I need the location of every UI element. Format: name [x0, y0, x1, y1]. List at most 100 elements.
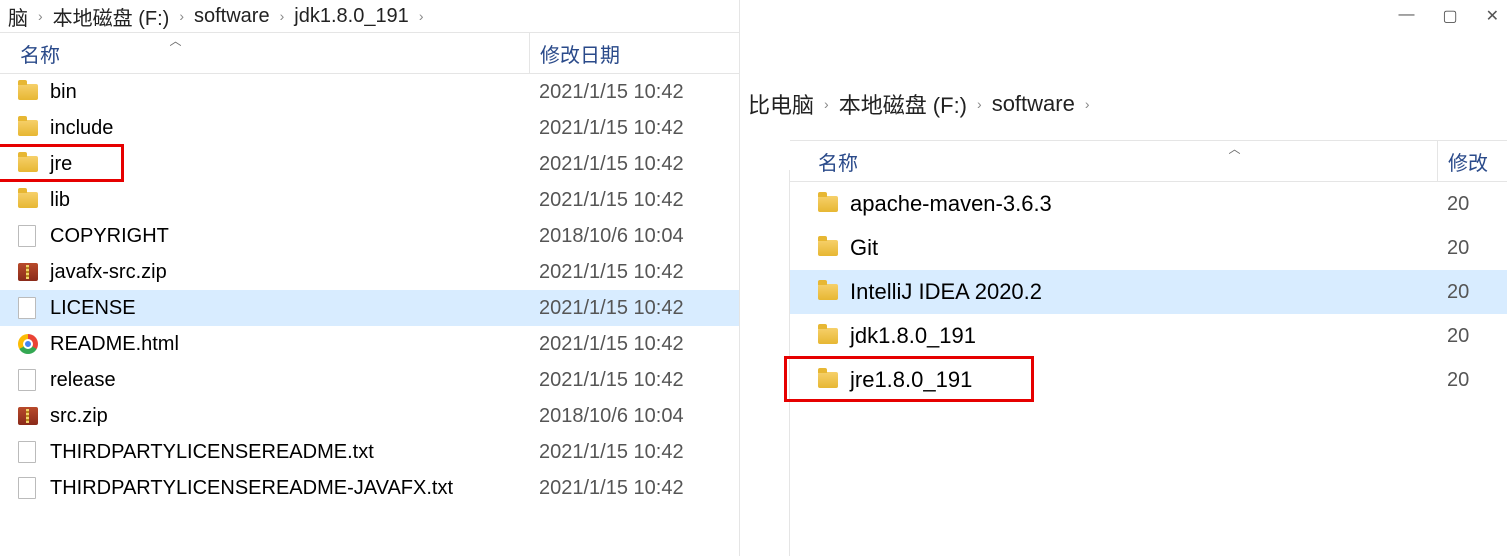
file-icon	[18, 225, 36, 247]
chevron-right-icon: ›	[276, 8, 289, 24]
folder-icon	[818, 372, 838, 388]
item-date: 20	[1437, 369, 1507, 392]
item-date: 2021/1/15 10:42	[529, 441, 739, 464]
list-item[interactable]: jre1.8.0_19120	[790, 358, 1507, 402]
folder-icon	[818, 240, 838, 256]
list-item[interactable]: Git20	[790, 226, 1507, 270]
file-icon	[18, 297, 36, 319]
file-list: bin2021/1/15 10:42include2021/1/15 10:42…	[0, 74, 739, 506]
list-item[interactable]: THIRDPARTYLICENSEREADME.txt2021/1/15 10:…	[0, 434, 739, 470]
folder-icon	[818, 284, 838, 300]
item-icon	[18, 192, 44, 208]
item-date: 20	[1437, 325, 1507, 348]
list-item[interactable]: README.html2021/1/15 10:42	[0, 326, 739, 362]
sort-ascending-icon: ︿	[170, 32, 182, 49]
explorer-window-right: — ▢ ✕ 比电脑 › 本地磁盘 (F:) › software › ︿ 名称 …	[740, 0, 1507, 556]
list-item[interactable]: LICENSE2021/1/15 10:42	[0, 290, 739, 326]
chevron-right-icon: ›	[175, 8, 188, 24]
column-header-name[interactable]: 名称	[790, 147, 1437, 176]
item-icon	[18, 441, 44, 463]
list-item[interactable]: THIRDPARTYLICENSEREADME-JAVAFX.txt2021/1…	[0, 470, 739, 506]
breadcrumb[interactable]: 比电脑 › 本地磁盘 (F:) › software ›	[740, 80, 1507, 128]
item-icon	[18, 369, 44, 391]
list-item[interactable]: IntelliJ IDEA 2020.220	[790, 270, 1507, 314]
item-name: THIRDPARTYLICENSEREADME.txt	[44, 441, 529, 464]
item-date: 20	[1437, 193, 1507, 216]
item-icon	[818, 372, 844, 388]
sort-ascending-icon: ︿	[1229, 140, 1241, 157]
item-date: 20	[1437, 281, 1507, 304]
close-button[interactable]: ✕	[1486, 6, 1499, 26]
crumb[interactable]: 脑	[8, 2, 28, 31]
item-icon	[18, 156, 44, 172]
crumb[interactable]: software	[194, 5, 270, 28]
item-icon	[18, 84, 44, 100]
nav-tree-stub	[740, 170, 790, 556]
list-item[interactable]: bin2021/1/15 10:42	[0, 74, 739, 110]
item-date: 2018/10/6 10:04	[529, 225, 739, 248]
column-header-date[interactable]: 修改日期	[529, 33, 739, 73]
item-name: THIRDPARTYLICENSEREADME-JAVAFX.txt	[44, 477, 529, 500]
minimize-button[interactable]: —	[1398, 6, 1414, 26]
item-date: 2021/1/15 10:42	[529, 81, 739, 104]
list-item[interactable]: jdk1.8.0_19120	[790, 314, 1507, 358]
list-item[interactable]: lib2021/1/15 10:42	[0, 182, 739, 218]
item-icon	[18, 120, 44, 136]
explorer-window-left: 脑 › 本地磁盘 (F:) › software › jdk1.8.0_191 …	[0, 0, 740, 556]
folder-icon	[18, 120, 38, 136]
item-date: 2021/1/15 10:42	[529, 189, 739, 212]
window-controls: — ▢ ✕	[1398, 6, 1499, 26]
list-item[interactable]: apache-maven-3.6.320	[790, 182, 1507, 226]
item-icon	[18, 334, 44, 354]
crumb[interactable]: 本地磁盘 (F:)	[53, 2, 170, 31]
folder-icon	[818, 196, 838, 212]
folder-icon	[18, 84, 38, 100]
list-item[interactable]: javafx-src.zip2021/1/15 10:42	[0, 254, 739, 290]
maximize-button[interactable]: ▢	[1442, 6, 1457, 26]
item-name: COPYRIGHT	[44, 225, 529, 248]
item-icon	[18, 263, 44, 281]
item-name: src.zip	[44, 405, 529, 428]
crumb[interactable]: jdk1.8.0_191	[294, 5, 409, 28]
item-date: 2021/1/15 10:42	[529, 297, 739, 320]
chevron-right-icon: ›	[34, 8, 47, 24]
column-headers: ︿ 名称 修改	[790, 140, 1507, 182]
item-date: 2021/1/15 10:42	[529, 369, 739, 392]
column-header-name[interactable]: 名称	[0, 39, 529, 68]
folder-icon	[18, 156, 38, 172]
item-name: jre	[44, 153, 529, 176]
item-name: Git	[844, 235, 1437, 261]
chevron-right-icon: ›	[973, 96, 986, 112]
item-date: 2021/1/15 10:42	[529, 117, 739, 140]
list-item[interactable]: jre2021/1/15 10:42	[0, 146, 739, 182]
item-icon	[818, 328, 844, 344]
crumb[interactable]: software	[992, 91, 1075, 117]
file-icon	[18, 369, 36, 391]
chrome-icon	[18, 334, 38, 354]
item-date: 2021/1/15 10:42	[529, 477, 739, 500]
list-item[interactable]: include2021/1/15 10:42	[0, 110, 739, 146]
item-name: README.html	[44, 333, 529, 356]
item-name: include	[44, 117, 529, 140]
chevron-right-icon: ›	[820, 96, 833, 112]
item-date: 2021/1/15 10:42	[529, 153, 739, 176]
list-item[interactable]: COPYRIGHT2018/10/6 10:04	[0, 218, 739, 254]
file-list: apache-maven-3.6.320Git20IntelliJ IDEA 2…	[790, 182, 1507, 402]
archive-icon	[18, 407, 38, 425]
list-item[interactable]: src.zip2018/10/6 10:04	[0, 398, 739, 434]
crumb[interactable]: 比电脑	[748, 88, 814, 120]
chevron-right-icon: ›	[415, 8, 428, 24]
item-name: IntelliJ IDEA 2020.2	[844, 279, 1437, 305]
list-item[interactable]: release2021/1/15 10:42	[0, 362, 739, 398]
item-icon	[18, 225, 44, 247]
file-icon	[18, 477, 36, 499]
crumb[interactable]: 本地磁盘 (F:)	[839, 88, 967, 120]
item-date: 2018/10/6 10:04	[529, 405, 739, 428]
breadcrumb[interactable]: 脑 › 本地磁盘 (F:) › software › jdk1.8.0_191 …	[0, 0, 739, 32]
item-name: release	[44, 369, 529, 392]
column-headers: ︿ 名称 修改日期	[0, 32, 739, 74]
column-header-date[interactable]: 修改	[1437, 141, 1507, 181]
item-name: jdk1.8.0_191	[844, 323, 1437, 349]
item-icon	[18, 297, 44, 319]
item-icon	[818, 196, 844, 212]
